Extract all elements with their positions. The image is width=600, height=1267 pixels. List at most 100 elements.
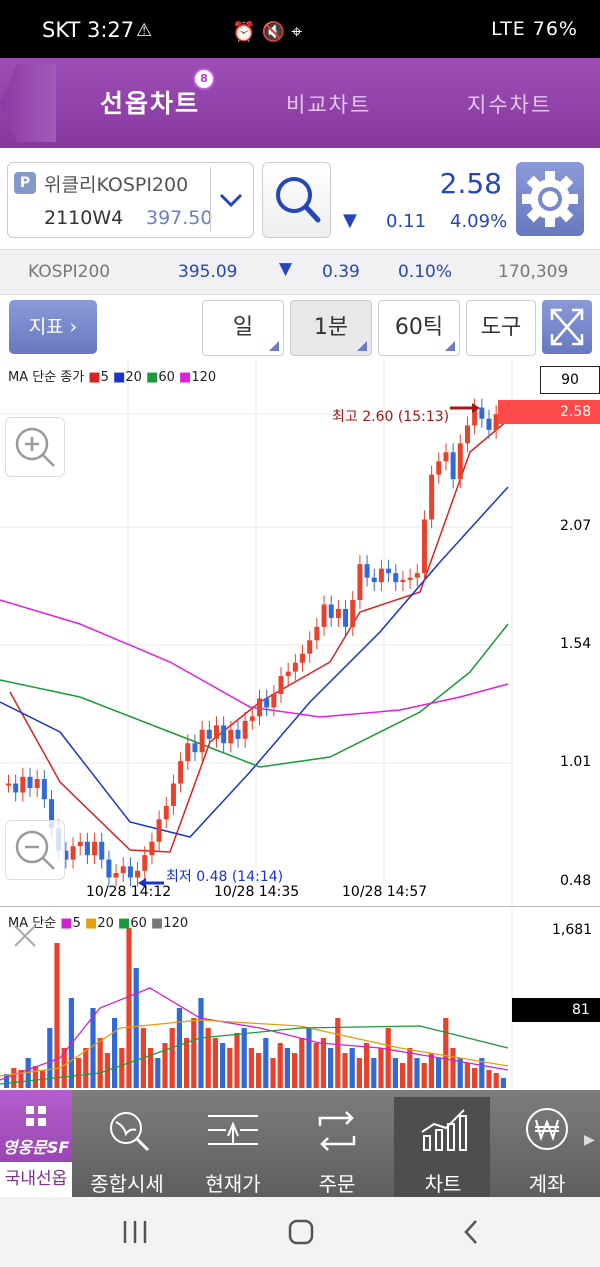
candle bbox=[120, 866, 126, 874]
legend-ma60: 60 bbox=[158, 370, 175, 385]
candle bbox=[429, 474, 435, 520]
candle bbox=[13, 783, 19, 793]
volume-bar bbox=[76, 1058, 82, 1088]
home-icon[interactable] bbox=[286, 1217, 316, 1247]
index-value: 395.09 bbox=[178, 262, 238, 282]
legend-ma20: 20 bbox=[125, 370, 142, 385]
tab-index-chart[interactable]: 지수차트 bbox=[467, 89, 552, 119]
volume-bar bbox=[277, 1043, 283, 1088]
candle bbox=[221, 725, 227, 744]
period-day-button[interactable]: 일 bbox=[202, 300, 284, 356]
volume-bar bbox=[191, 1018, 197, 1088]
nav-home[interactable]: 영웅문SF 국내선옵 bbox=[0, 1090, 72, 1197]
status-icons-left: ⚠ bbox=[136, 20, 153, 41]
volume-bar bbox=[349, 1048, 355, 1088]
candle bbox=[278, 676, 284, 694]
low-label: 최저 0.48 (14:14) bbox=[166, 869, 284, 885]
candlestick-chart[interactable] bbox=[0, 362, 600, 902]
volume-bar bbox=[450, 1048, 456, 1088]
nav-more-arrow[interactable]: ▶ bbox=[584, 1132, 595, 1148]
status-bar: SKT 3:27 ⚠ ⏰ 🔇 ⌖ LTE 76% bbox=[0, 0, 600, 58]
nav-account[interactable]: 계좌 bbox=[504, 1090, 590, 1197]
candle bbox=[199, 729, 205, 753]
axis-label-1: 2.07 bbox=[560, 518, 592, 534]
price-list-icon bbox=[208, 1115, 258, 1145]
candle bbox=[393, 573, 399, 583]
candle bbox=[106, 859, 112, 878]
period-tick-button[interactable]: 60틱 bbox=[378, 300, 460, 356]
fullscreen-button[interactable] bbox=[542, 300, 592, 354]
volume-bar bbox=[414, 1058, 420, 1088]
tab-compare-chart[interactable]: 비교차트 bbox=[286, 89, 371, 119]
candle bbox=[142, 855, 148, 871]
nav-label-chart: 차트 bbox=[424, 1172, 462, 1196]
price-change-pct: 4.09% bbox=[450, 211, 508, 232]
product-dropdown-button[interactable] bbox=[210, 167, 251, 231]
nav-label-domestic: 국내선옵 bbox=[0, 1162, 72, 1197]
volume-bar bbox=[335, 1018, 341, 1088]
gear-icon bbox=[522, 171, 578, 227]
price-tag-label: 2.58 bbox=[560, 404, 592, 420]
volume-bar bbox=[356, 1058, 362, 1088]
volume-bar bbox=[493, 1073, 499, 1088]
nav-order[interactable]: 주문 bbox=[294, 1090, 380, 1197]
chevron-down-icon bbox=[219, 193, 243, 208]
candle bbox=[70, 846, 76, 860]
tab-option-chart[interactable]: 선옵차트 bbox=[100, 84, 200, 120]
volume-max-label: 1,681 bbox=[552, 922, 593, 938]
ma-line bbox=[0, 486, 509, 838]
volume-bar bbox=[169, 1028, 175, 1088]
volume-bar bbox=[284, 1048, 290, 1088]
won-icon bbox=[526, 1108, 568, 1150]
volume-bar bbox=[472, 1068, 478, 1088]
candle bbox=[135, 870, 141, 878]
candle bbox=[170, 783, 176, 806]
period-tick-label: 60틱 bbox=[394, 315, 444, 340]
close-indicator-button[interactable] bbox=[6, 922, 42, 950]
legend-ma5: 5 bbox=[100, 370, 109, 385]
tools-button[interactable]: 도구 bbox=[466, 300, 536, 356]
nav-chart[interactable]: 차트 bbox=[400, 1090, 486, 1197]
candle bbox=[300, 653, 306, 663]
candle bbox=[206, 729, 212, 739]
current-price: 2.58 bbox=[439, 167, 502, 200]
nav-market[interactable]: 종합시세 bbox=[84, 1090, 170, 1197]
volume-bar bbox=[155, 1058, 161, 1088]
candle bbox=[264, 698, 270, 708]
candle bbox=[92, 841, 98, 856]
indicator-button[interactable]: 지표 › bbox=[9, 300, 97, 354]
period-1min-button[interactable]: 1분 bbox=[290, 300, 372, 356]
volume-chart[interactable] bbox=[0, 908, 600, 1090]
volume-bar bbox=[234, 1033, 240, 1088]
top-value-box: 90 bbox=[540, 366, 600, 394]
volume-bar bbox=[342, 1053, 348, 1088]
x-label-3: 10/28 14:57 bbox=[342, 884, 428, 900]
candle bbox=[77, 841, 83, 847]
vol-legend-ma20: 20 bbox=[97, 916, 114, 931]
volume-bar bbox=[385, 1028, 391, 1088]
x-label-2: 10/28 14:35 bbox=[214, 884, 300, 900]
back-icon[interactable] bbox=[458, 1217, 484, 1247]
volume-bar bbox=[299, 1038, 305, 1088]
recent-apps-icon[interactable] bbox=[120, 1219, 150, 1245]
nav-label-account: 계좌 bbox=[528, 1172, 566, 1196]
candle bbox=[27, 776, 33, 788]
index-down-arrow: ▼ bbox=[279, 259, 293, 279]
change-down-arrow: ▼ bbox=[343, 210, 357, 231]
brand-label: 영웅문SF bbox=[2, 1138, 70, 1157]
candle bbox=[99, 841, 105, 860]
index-name: KOSPI200 bbox=[28, 262, 111, 282]
candle bbox=[343, 608, 349, 627]
status-time: SKT 3:27 bbox=[42, 18, 135, 42]
zoom-out-button[interactable] bbox=[5, 820, 65, 880]
candle bbox=[235, 729, 241, 739]
volume-bar bbox=[328, 1048, 334, 1088]
index-change-pct: 0.10% bbox=[398, 262, 453, 282]
candle bbox=[178, 761, 184, 784]
nav-price[interactable]: 현재가 bbox=[190, 1090, 276, 1197]
candle bbox=[443, 452, 449, 462]
candle bbox=[271, 694, 277, 708]
zoom-in-button[interactable] bbox=[5, 417, 65, 477]
search-button[interactable] bbox=[262, 162, 331, 238]
settings-button[interactable] bbox=[516, 162, 584, 236]
